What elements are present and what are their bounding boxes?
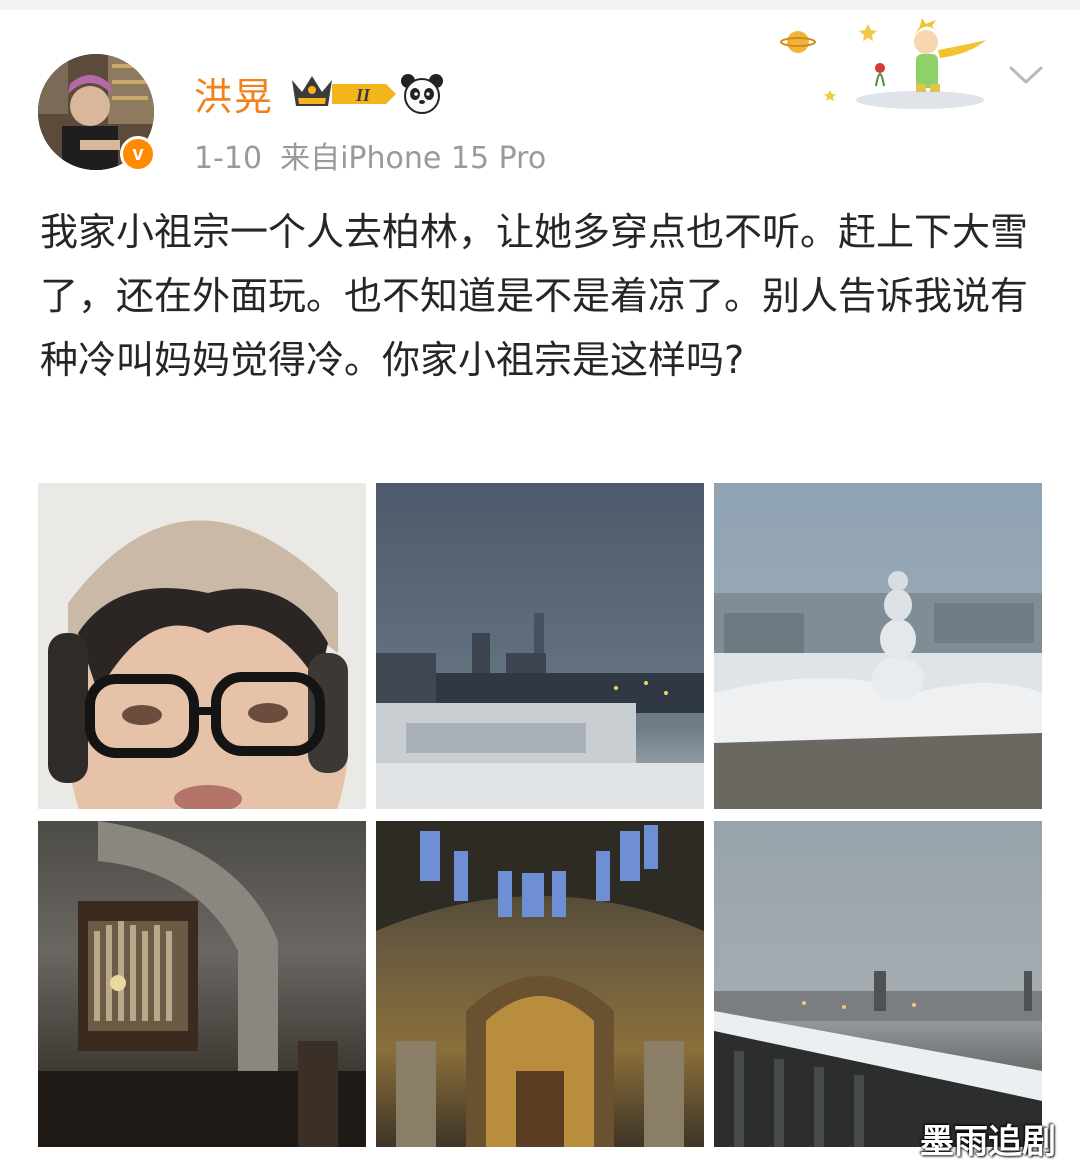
photo-snowy-skyline[interactable] <box>714 821 1042 1147</box>
chevron-down-icon[interactable] <box>1008 64 1044 90</box>
photo-cathedral-dome[interactable] <box>376 821 704 1147</box>
watermark: 墨雨追剧 <box>920 1122 1056 1162</box>
post-text: 我家小祖宗一个人去柏林，让她多穿点也不听。赶上下大雪了，还在外面玩。也不知道是不… <box>40 210 1029 382</box>
little-prince-decoration <box>780 14 990 113</box>
panda-icon <box>400 72 444 120</box>
top-divider <box>0 0 1080 10</box>
photo-selfie[interactable] <box>38 483 366 809</box>
post-source[interactable]: 来自iPhone 15 Pro <box>280 141 546 176</box>
username[interactable]: 洪晃 <box>194 66 274 121</box>
photo-snowman[interactable] <box>714 483 1042 809</box>
vip-crown-badge[interactable]: II <box>288 70 398 118</box>
post-meta: 1-10 来自iPhone 15 Pro <box>194 133 546 177</box>
post-date: 1-10 <box>194 141 263 176</box>
verified-v-icon: v <box>120 136 156 172</box>
vip-level-label: II <box>355 85 371 105</box>
photo-cathedral-organ[interactable] <box>38 821 366 1147</box>
photo-snowy-city[interactable] <box>376 483 704 809</box>
